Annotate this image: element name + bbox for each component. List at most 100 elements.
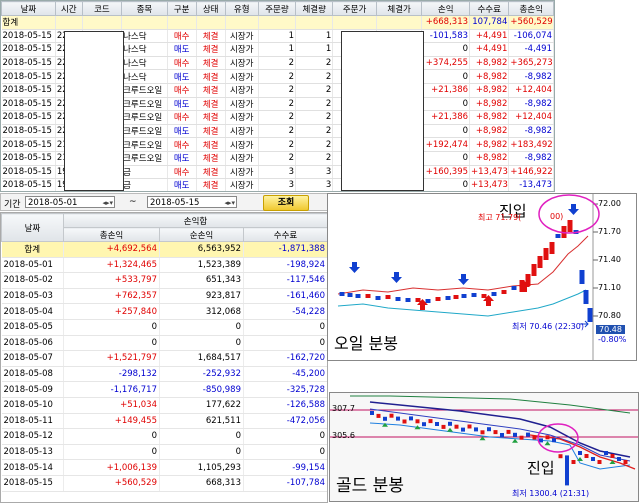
period-query-bar: 기간 2018-05-01 ◂▸▾ ~ 2018-05-15 ◂▸▾ 조회 bbox=[0, 193, 328, 211]
candle bbox=[583, 290, 589, 304]
table-row[interactable]: 2018-05-01 +1,324,465 1,523,389 -198,924 bbox=[1, 257, 327, 274]
table-cell: -101,583 bbox=[421, 29, 471, 44]
table-cell: 크루드오일 bbox=[121, 97, 168, 112]
gold-candle bbox=[604, 451, 608, 455]
column-header[interactable]: 수수료 bbox=[469, 1, 510, 16]
column-header[interactable]: 주문량 bbox=[257, 1, 297, 16]
table-cell: 2018-05-15 bbox=[1, 151, 56, 166]
table-cell: -298,132 bbox=[63, 366, 160, 383]
table-cell: 크루드오일 bbox=[121, 110, 168, 125]
table-cell: 1 bbox=[295, 42, 334, 57]
date-header[interactable]: 날짜 bbox=[1, 213, 64, 242]
table-cell: 2 bbox=[258, 124, 297, 139]
table-row[interactable]: 2018-05-14 +1,006,139 1,105,293 -99,154 bbox=[1, 459, 327, 476]
gold-candle bbox=[623, 460, 628, 464]
table-cell: -4,491 bbox=[508, 42, 554, 57]
order-history-panel: 날짜 시간 코드 종목 구분 상태 유형 주문량 체결량 주문가 체결가 손익 수수료 총손익 합계 +66… bbox=[0, 0, 555, 192]
summary-cell bbox=[121, 15, 168, 30]
table-row[interactable]: 2018-05-04 +257,840 312,068 -54,228 bbox=[1, 303, 327, 320]
net-pnl-header[interactable]: 순손익 bbox=[159, 227, 244, 242]
table-cell: +8,982 bbox=[469, 97, 510, 112]
table-row[interactable]: 2018-05-05 0 0 0 bbox=[1, 319, 327, 336]
column-header[interactable]: 총손익 bbox=[508, 1, 554, 16]
table-cell: 2018-05-15 bbox=[1, 69, 56, 84]
gold-candle bbox=[610, 454, 615, 458]
gold-candle bbox=[435, 422, 439, 426]
table-row[interactable]: 2018-05-13 0 0 0 bbox=[1, 444, 327, 461]
table-cell: +8,982 bbox=[469, 151, 510, 166]
gold-candle bbox=[578, 451, 582, 455]
table-cell: 2 bbox=[258, 69, 297, 84]
column-header[interactable]: 코드 bbox=[81, 1, 123, 16]
table-cell: 2018-05-15 bbox=[1, 137, 56, 152]
summary-cell bbox=[258, 15, 297, 30]
table-cell: 2018-05-03 bbox=[1, 288, 64, 305]
gold-candle bbox=[441, 424, 446, 429]
table-cell: 0 bbox=[159, 444, 244, 461]
table-cell: 크루드오일 bbox=[121, 83, 168, 98]
column-header[interactable]: 종목 bbox=[121, 1, 168, 16]
table-cell: 매수 bbox=[167, 56, 197, 71]
table-cell: 2 bbox=[295, 110, 334, 125]
table-cell: -8,982 bbox=[508, 69, 554, 84]
table-cell: 시장가 bbox=[225, 97, 259, 112]
gold-candle bbox=[409, 416, 413, 421]
column-header[interactable]: 손익 bbox=[421, 1, 471, 16]
price-tick-label: 71.40 bbox=[598, 255, 621, 264]
table-row[interactable]: 2018-05-11 +149,455 621,511 -472,056 bbox=[1, 413, 327, 430]
table-row[interactable]: 2018-05-15 +560,529 668,313 -107,784 bbox=[1, 475, 327, 492]
column-header[interactable]: 상태 bbox=[195, 1, 226, 16]
table-row[interactable]: 2018-05-03 +762,357 923,817 -161,460 bbox=[1, 288, 327, 305]
table-row[interactable]: 2018-05-08 -298,132 -252,932 -45,200 bbox=[1, 366, 327, 383]
table-cell: 시장가 bbox=[225, 151, 259, 166]
oil-minute-chart[interactable]: 진입 최고 71.79( 00) 최저 70.46 (22:30) 오일 분봉 … bbox=[327, 193, 637, 361]
column-header[interactable]: 시간 bbox=[54, 1, 83, 16]
gold-candle bbox=[493, 430, 498, 435]
end-date-field[interactable]: 2018-05-15 ◂▸▾ bbox=[147, 196, 237, 208]
table-cell: 체결 bbox=[196, 178, 226, 191]
fee-header[interactable]: 수수료 bbox=[243, 227, 327, 242]
table-row[interactable]: 2018-05-02 +533,797 651,343 -117,546 bbox=[1, 272, 327, 289]
gold-candle bbox=[487, 427, 491, 432]
table-cell: 2018-05-15 bbox=[1, 475, 64, 492]
oil-high-time: 00) bbox=[550, 212, 564, 221]
table-cell: 0 bbox=[421, 178, 471, 191]
table-cell: +13,473 bbox=[469, 165, 510, 180]
table-cell: 2018-05-15 bbox=[1, 56, 56, 71]
table-cell: -126,588 bbox=[243, 397, 327, 414]
candle bbox=[425, 299, 431, 303]
table-row[interactable]: 2018-05-06 0 0 0 bbox=[1, 335, 327, 352]
table-row[interactable]: 2018-05-12 0 0 0 bbox=[1, 428, 327, 445]
column-header[interactable]: 주문가 bbox=[332, 1, 377, 16]
gold-candle bbox=[571, 460, 576, 464]
column-header[interactable]: 구분 bbox=[166, 1, 197, 16]
table-cell: 0 bbox=[421, 97, 471, 112]
table-cell: 체결 bbox=[196, 151, 226, 166]
query-button[interactable]: 조회 bbox=[263, 195, 309, 211]
gold-candle bbox=[506, 429, 511, 434]
table-row[interactable]: 2018-05-07 +1,521,797 1,684,517 -162,720 bbox=[1, 350, 327, 367]
candle bbox=[355, 294, 361, 298]
candle bbox=[531, 264, 537, 276]
table-cell: 2018-05-12 bbox=[1, 428, 64, 445]
total-pnl-header[interactable]: 총손익 bbox=[63, 227, 160, 242]
table-row[interactable]: 2018-05-09 -1,176,717 -850,989 -325,728 bbox=[1, 381, 327, 398]
table-cell: +365,273 bbox=[508, 56, 554, 71]
column-header[interactable]: 날짜 bbox=[1, 1, 56, 16]
column-header[interactable]: 체결가 bbox=[375, 1, 423, 16]
gold-candle bbox=[415, 419, 420, 424]
date-spinner-icon[interactable]: ◂▸▾ bbox=[224, 197, 235, 209]
candle bbox=[481, 294, 487, 298]
oil-chart-title: 오일 분봉 bbox=[334, 334, 398, 353]
gold-minute-chart[interactable]: 진입 골드 분봉 최저 1300.4 (21:31) 307.7 305.6 bbox=[329, 392, 639, 502]
start-date-field[interactable]: 2018-05-01 ◂▸▾ bbox=[25, 196, 115, 208]
table-cell: 매도 bbox=[167, 178, 197, 191]
column-header[interactable]: 체결량 bbox=[295, 1, 334, 16]
summary-cell bbox=[167, 15, 197, 30]
date-spinner-icon[interactable]: ◂▸▾ bbox=[102, 197, 113, 209]
table-cell: 2 bbox=[258, 137, 297, 152]
table-row[interactable]: 2018-05-10 +51,034 177,622 -126,588 bbox=[1, 397, 327, 414]
summary-cell: -1,871,388 bbox=[243, 241, 327, 258]
column-header[interactable]: 유형 bbox=[224, 1, 259, 16]
table-cell: 3 bbox=[258, 165, 297, 180]
